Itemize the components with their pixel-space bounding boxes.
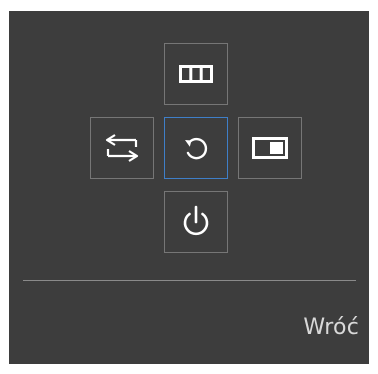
menu-button[interactable] — [164, 43, 228, 105]
return-icon — [185, 137, 208, 160]
action-label: Wróć — [303, 315, 359, 340]
return-button[interactable] — [164, 117, 228, 179]
picture-in-picture-icon — [252, 137, 288, 159]
source-button[interactable] — [90, 117, 154, 179]
source-switch-arrows-icon — [105, 134, 139, 162]
menu-columns-icon — [179, 65, 213, 83]
divider — [23, 280, 356, 281]
power-button[interactable] — [164, 191, 228, 253]
osd-panel: Wróć — [9, 11, 369, 364]
pip-button[interactable] — [238, 117, 302, 179]
power-icon — [183, 205, 209, 236]
